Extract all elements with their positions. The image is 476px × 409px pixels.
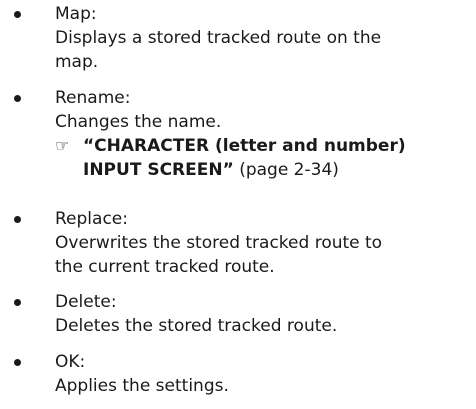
bullet xyxy=(14,216,21,223)
item-label: Rename: xyxy=(55,88,131,108)
item-description: Deletes the stored tracked route. xyxy=(55,316,338,336)
bullet xyxy=(14,95,21,102)
item-label: Replace: xyxy=(55,209,128,229)
manual-page: Map: Displays a stored tracked route on … xyxy=(0,0,476,409)
reference-title-line1: “CHARACTER (letter and number) xyxy=(83,136,406,156)
item-description: map. xyxy=(55,52,99,72)
reference-hand-icon: ☞ xyxy=(55,136,70,155)
reference-page: (page 2-34) xyxy=(239,160,339,180)
cross-reference[interactable]: ☞ “CHARACTER (letter and number) xyxy=(55,134,473,158)
item-description: Displays a stored tracked route on the xyxy=(55,28,382,48)
bullet xyxy=(14,359,21,366)
item-description: Overwrites the stored tracked route to xyxy=(55,233,383,253)
bullet xyxy=(14,299,21,306)
item-label: OK: xyxy=(55,352,86,372)
item-description: Changes the name. xyxy=(55,112,222,132)
item-label: Map: xyxy=(55,4,97,24)
bullet xyxy=(14,11,21,18)
item-description: Applies the settings. xyxy=(55,376,229,396)
reference-title-line2: INPUT SCREEN” xyxy=(83,160,234,180)
cross-reference-cont: INPUT SCREEN” (page 2-34) xyxy=(55,158,473,182)
item-label: Delete: xyxy=(55,292,117,312)
item-description: the current tracked route. xyxy=(55,257,275,277)
